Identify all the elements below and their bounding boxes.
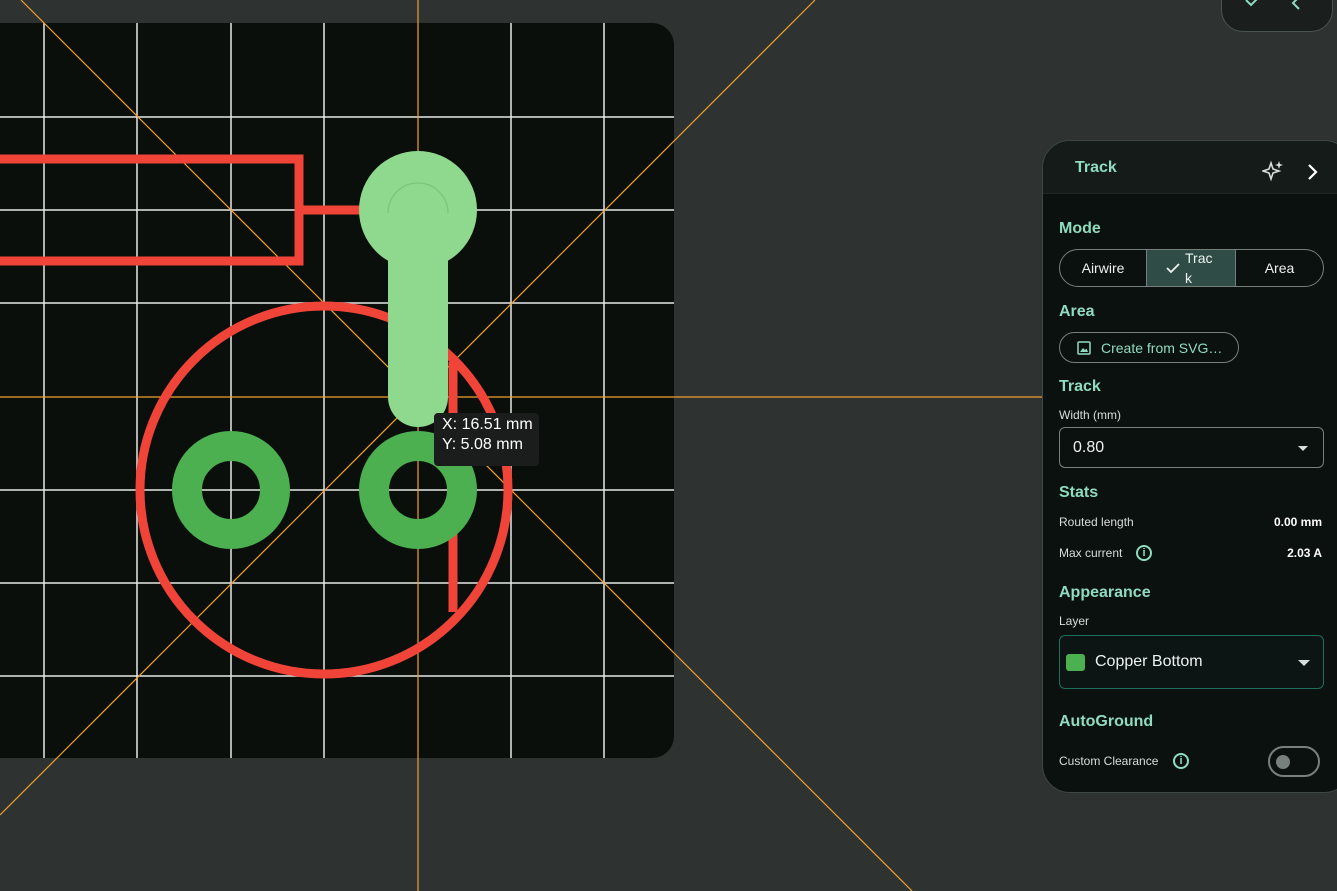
mode-area-label: Area <box>1264 260 1295 276</box>
layer-value: Copper Bottom <box>1095 653 1203 670</box>
mode-track-button[interactable]: Track <box>1147 250 1236 286</box>
autoground-heading: AutoGround <box>1059 713 1154 730</box>
create-from-svg-button[interactable]: Create from SVG… <box>1059 332 1239 363</box>
chevron-down-icon <box>1298 660 1310 666</box>
create-from-svg-label: Create from SVG… <box>1101 339 1223 356</box>
area-heading: Area <box>1059 303 1095 320</box>
stats-heading: Stats <box>1059 484 1099 501</box>
tooltip-x: X: 16.51 mm <box>442 416 533 433</box>
layer-label: Layer <box>1059 614 1090 628</box>
sparkle-icon[interactable] <box>1262 160 1284 182</box>
board <box>0 23 674 758</box>
max-current-value: 2.03 A <box>1287 546 1322 560</box>
layer-select[interactable]: Copper Bottom <box>1059 635 1324 689</box>
mode-airwire-label: Airwire <box>1081 260 1125 276</box>
image-icon <box>1077 340 1091 355</box>
appearance-heading: Appearance <box>1059 584 1151 601</box>
mode-segmented-control: Airwire Track Area <box>1059 249 1324 287</box>
max-current-label: Max current <box>1059 546 1123 560</box>
track-heading: Track <box>1059 378 1101 395</box>
layer-color-swatch <box>1066 654 1085 671</box>
width-value: 0.80 <box>1073 439 1105 456</box>
info-icon[interactable]: i <box>1136 545 1152 561</box>
mode-heading: Mode <box>1059 220 1101 237</box>
mode-area-button[interactable]: Area <box>1236 250 1323 286</box>
coordinate-tooltip: X: 16.51 mm Y: 5.08 mm <box>434 413 539 466</box>
check-icon[interactable] <box>1243 0 1261 15</box>
track-panel: Track Mode Airwire Track Area Area Creat… <box>1042 140 1337 793</box>
toggle-knob <box>1276 755 1290 769</box>
tooltip-y: Y: 5.08 mm <box>442 436 523 453</box>
chevron-right-icon[interactable] <box>1301 161 1323 183</box>
custom-clearance-label: Custom Clearance <box>1059 754 1159 768</box>
top-toolbar <box>1221 0 1333 32</box>
chevron-down-icon <box>1298 446 1308 451</box>
info-icon[interactable]: i <box>1173 753 1189 769</box>
check-icon <box>1166 263 1180 274</box>
chevron-left-icon[interactable] <box>1288 0 1306 15</box>
panel-header: Track <box>1043 141 1337 194</box>
width-select[interactable]: 0.80 <box>1059 427 1324 468</box>
routed-length-label: Routed length <box>1059 515 1134 529</box>
panel-title: Track <box>1075 159 1117 176</box>
mode-track-label: Track <box>1185 250 1213 286</box>
custom-clearance-toggle[interactable] <box>1268 746 1320 777</box>
mode-airwire-button[interactable]: Airwire <box>1060 250 1147 286</box>
routed-length-value: 0.00 mm <box>1273 515 1322 529</box>
width-label: Width (mm) <box>1059 408 1121 422</box>
